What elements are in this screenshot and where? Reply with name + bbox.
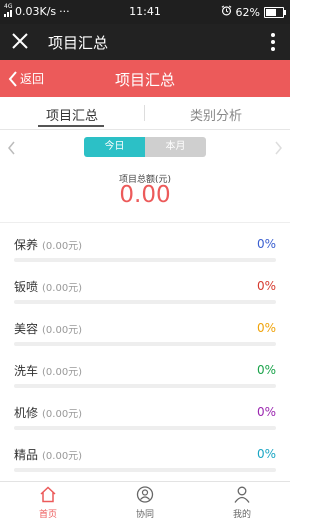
- tab-category-analysis[interactable]: 类别分析: [190, 105, 242, 124]
- category-name: 钣喷 (0.00元): [14, 278, 82, 295]
- category-label: 精品: [14, 448, 39, 462]
- nav-label: 首页: [38, 510, 57, 520]
- bottom-nav: 首页 协同 我的: [0, 481, 290, 521]
- nav-home[interactable]: 首页: [18, 486, 78, 520]
- progress-bar: [14, 342, 276, 346]
- category-label: 钣喷: [14, 280, 39, 294]
- tab-project-summary[interactable]: 项目汇总: [46, 105, 98, 124]
- page-title: 项目汇总: [114, 71, 175, 89]
- list-item[interactable]: 机修 (0.00元) 0%: [0, 398, 290, 440]
- battery-icon: [264, 6, 286, 18]
- home-icon: [40, 486, 56, 503]
- category-percent: 0%: [256, 447, 276, 461]
- category-amount: (0.00元): [42, 325, 83, 336]
- progress-bar: [14, 258, 276, 262]
- close-icon[interactable]: [10, 31, 30, 51]
- category-name: 洗车 (0.00元): [14, 362, 82, 379]
- category-label: 洗车: [14, 364, 39, 378]
- nav-label: 协同: [135, 510, 154, 520]
- category-percent: 0%: [256, 237, 276, 251]
- total-value: 0.00: [119, 182, 171, 208]
- page-header: 返回 项目汇总: [0, 60, 290, 97]
- segment-today[interactable]: 今日: [84, 137, 145, 157]
- more-icon[interactable]: [270, 31, 276, 53]
- category-name: 美容 (0.00元): [14, 320, 82, 337]
- category-percent: 0%: [256, 405, 276, 419]
- status-bar: 4G 0.03K/s ··· 11:41 62%: [0, 0, 290, 24]
- battery-percent: 62%: [235, 5, 260, 19]
- segment-month[interactable]: 本月: [145, 137, 206, 157]
- alarm-icon: [221, 5, 232, 19]
- progress-bar: [14, 300, 276, 304]
- chevron-left-icon[interactable]: [8, 140, 16, 159]
- category-percent: 0%: [256, 279, 276, 293]
- category-percent: 0%: [256, 321, 276, 335]
- app-titlebar: 项目汇总: [0, 24, 290, 60]
- category-amount: (0.00元): [42, 451, 83, 462]
- category-name: 机修 (0.00元): [14, 404, 82, 421]
- nav-collab[interactable]: 协同: [115, 486, 175, 520]
- divider: [0, 222, 290, 223]
- period-segmented-control: 今日 本月: [84, 137, 206, 157]
- category-amount: (0.00元): [42, 283, 83, 294]
- collab-icon: [136, 486, 154, 503]
- progress-bar: [14, 384, 276, 388]
- category-percent: 0%: [256, 363, 276, 377]
- category-amount: (0.00元): [42, 409, 83, 420]
- window-title: 项目汇总: [48, 34, 109, 52]
- chevron-right-icon[interactable]: [274, 140, 282, 159]
- tab-bar: 项目汇总 类别分析: [0, 97, 290, 130]
- category-label: 美容: [14, 322, 39, 336]
- progress-bar: [14, 468, 276, 472]
- category-amount: (0.00元): [42, 241, 83, 252]
- nav-mine[interactable]: 我的: [212, 486, 272, 520]
- category-label: 保养: [14, 238, 39, 252]
- category-name: 精品 (0.00元): [14, 446, 82, 463]
- list-item[interactable]: 钣喷 (0.00元) 0%: [0, 272, 290, 314]
- nav-label: 我的: [232, 510, 251, 520]
- list-item[interactable]: 美容 (0.00元) 0%: [0, 314, 290, 356]
- category-amount: (0.00元): [42, 367, 83, 378]
- progress-bar: [14, 426, 276, 430]
- category-label: 机修: [14, 406, 39, 420]
- active-tab-indicator: [38, 125, 104, 127]
- list-item[interactable]: 保养 (0.00元) 0%: [0, 230, 290, 272]
- category-name: 保养 (0.00元): [14, 236, 82, 253]
- list-item[interactable]: 精品 (0.00元) 0%: [0, 440, 290, 482]
- list-item[interactable]: 洗车 (0.00元) 0%: [0, 356, 290, 398]
- user-icon: [234, 486, 250, 503]
- tab-divider: [144, 105, 145, 121]
